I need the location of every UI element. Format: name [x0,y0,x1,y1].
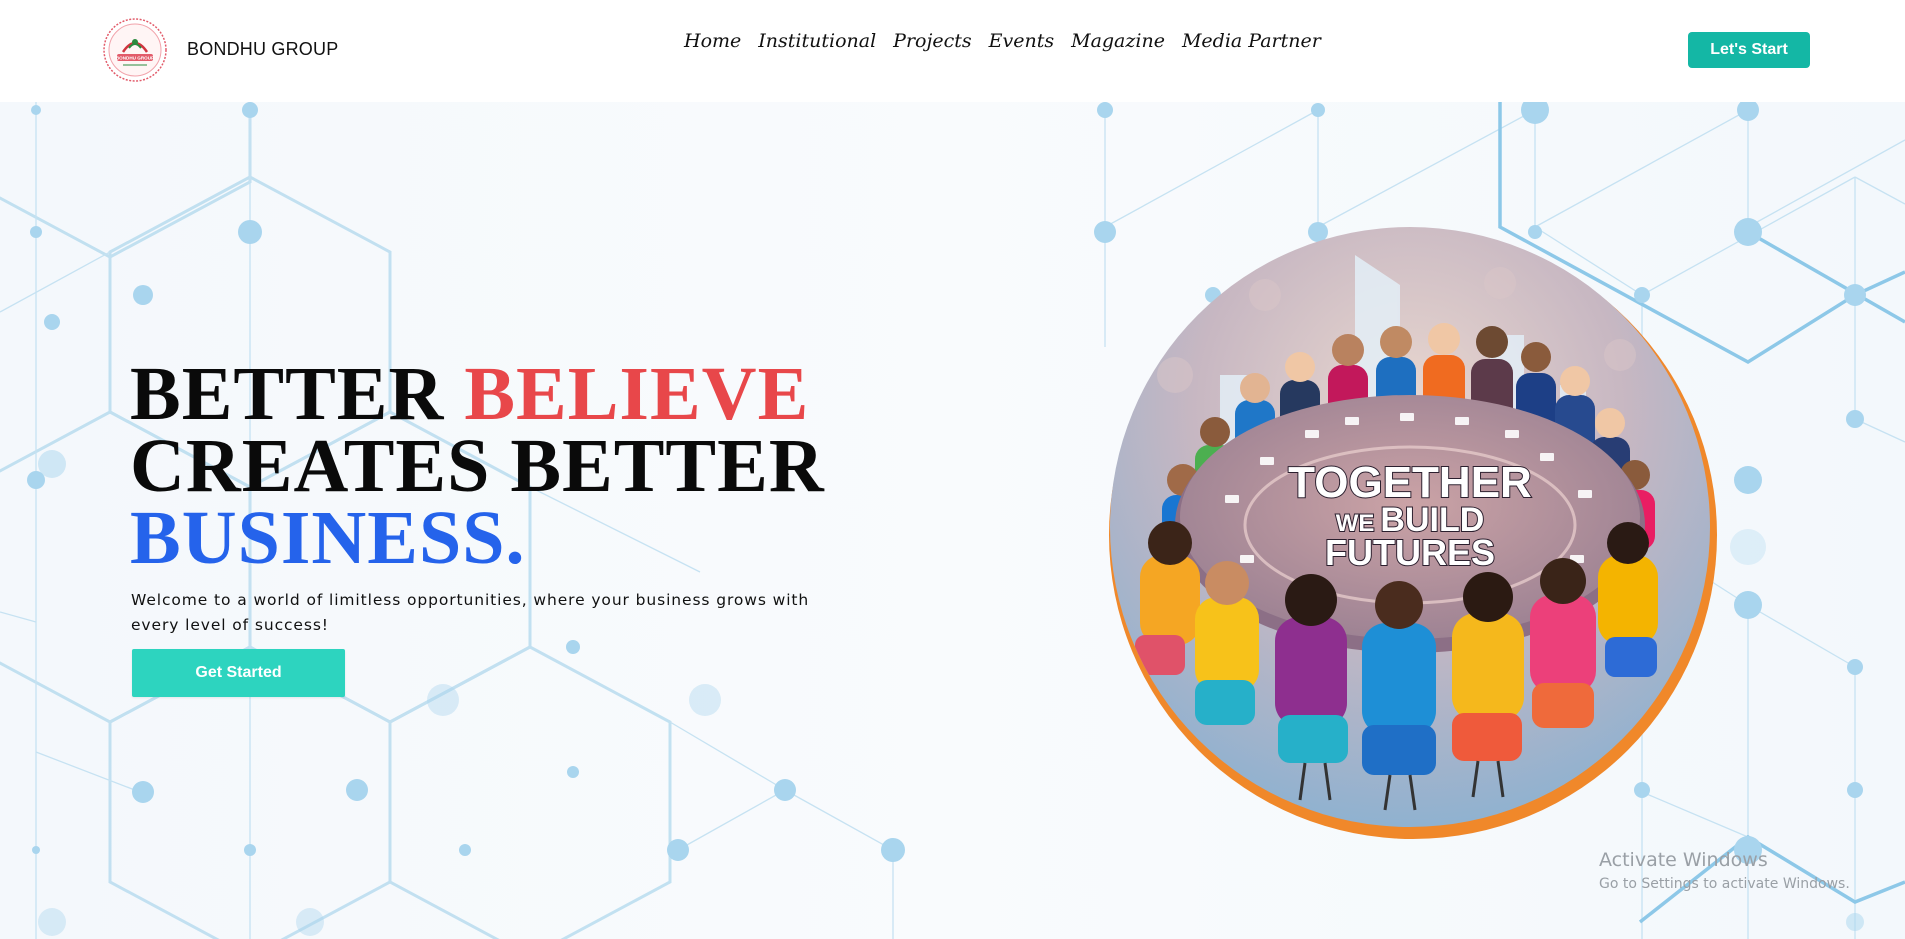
main-nav: Home Institutional Projects Events Magaz… [684,30,1321,52]
hero-illustration: TOGETHER WE BUILD FUTURES [1109,227,1717,839]
illustration-text-futures: FUTURES [1325,532,1495,573]
nav-magazine[interactable]: Magazine [1071,30,1165,52]
nav-events[interactable]: Events [989,30,1054,52]
get-started-button[interactable]: Get Started [132,649,345,697]
lets-start-button[interactable]: Let's Start [1688,32,1810,68]
hero-title-business: BUSINESS. [130,496,526,580]
nav-projects[interactable]: Projects [893,30,971,52]
nav-media-partner[interactable]: Media Partner [1182,30,1321,52]
activate-windows-watermark: Activate Windows Go to Settings to activ… [1599,849,1850,892]
site-header: BONDHU GROUP BONDHU GROUP Home Instituti… [0,0,1905,102]
hero-title: BETTER BELIEVE CREATES BETTER BUSINESS. [130,356,825,576]
hero-subtitle: Welcome to a world of limitless opportun… [131,591,810,634]
illustration-text-together: TOGETHER [1288,458,1532,507]
logo-text: BONDHU GROUP [116,56,154,61]
nav-institutional[interactable]: Institutional [758,30,876,52]
bondhu-group-logo[interactable]: BONDHU GROUP [103,18,167,82]
activate-windows-title: Activate Windows [1599,849,1768,871]
nav-home[interactable]: Home [684,30,741,52]
activate-windows-subtitle: Go to Settings to activate Windows. [1599,876,1850,892]
brand-name[interactable]: BONDHU GROUP [187,39,338,60]
